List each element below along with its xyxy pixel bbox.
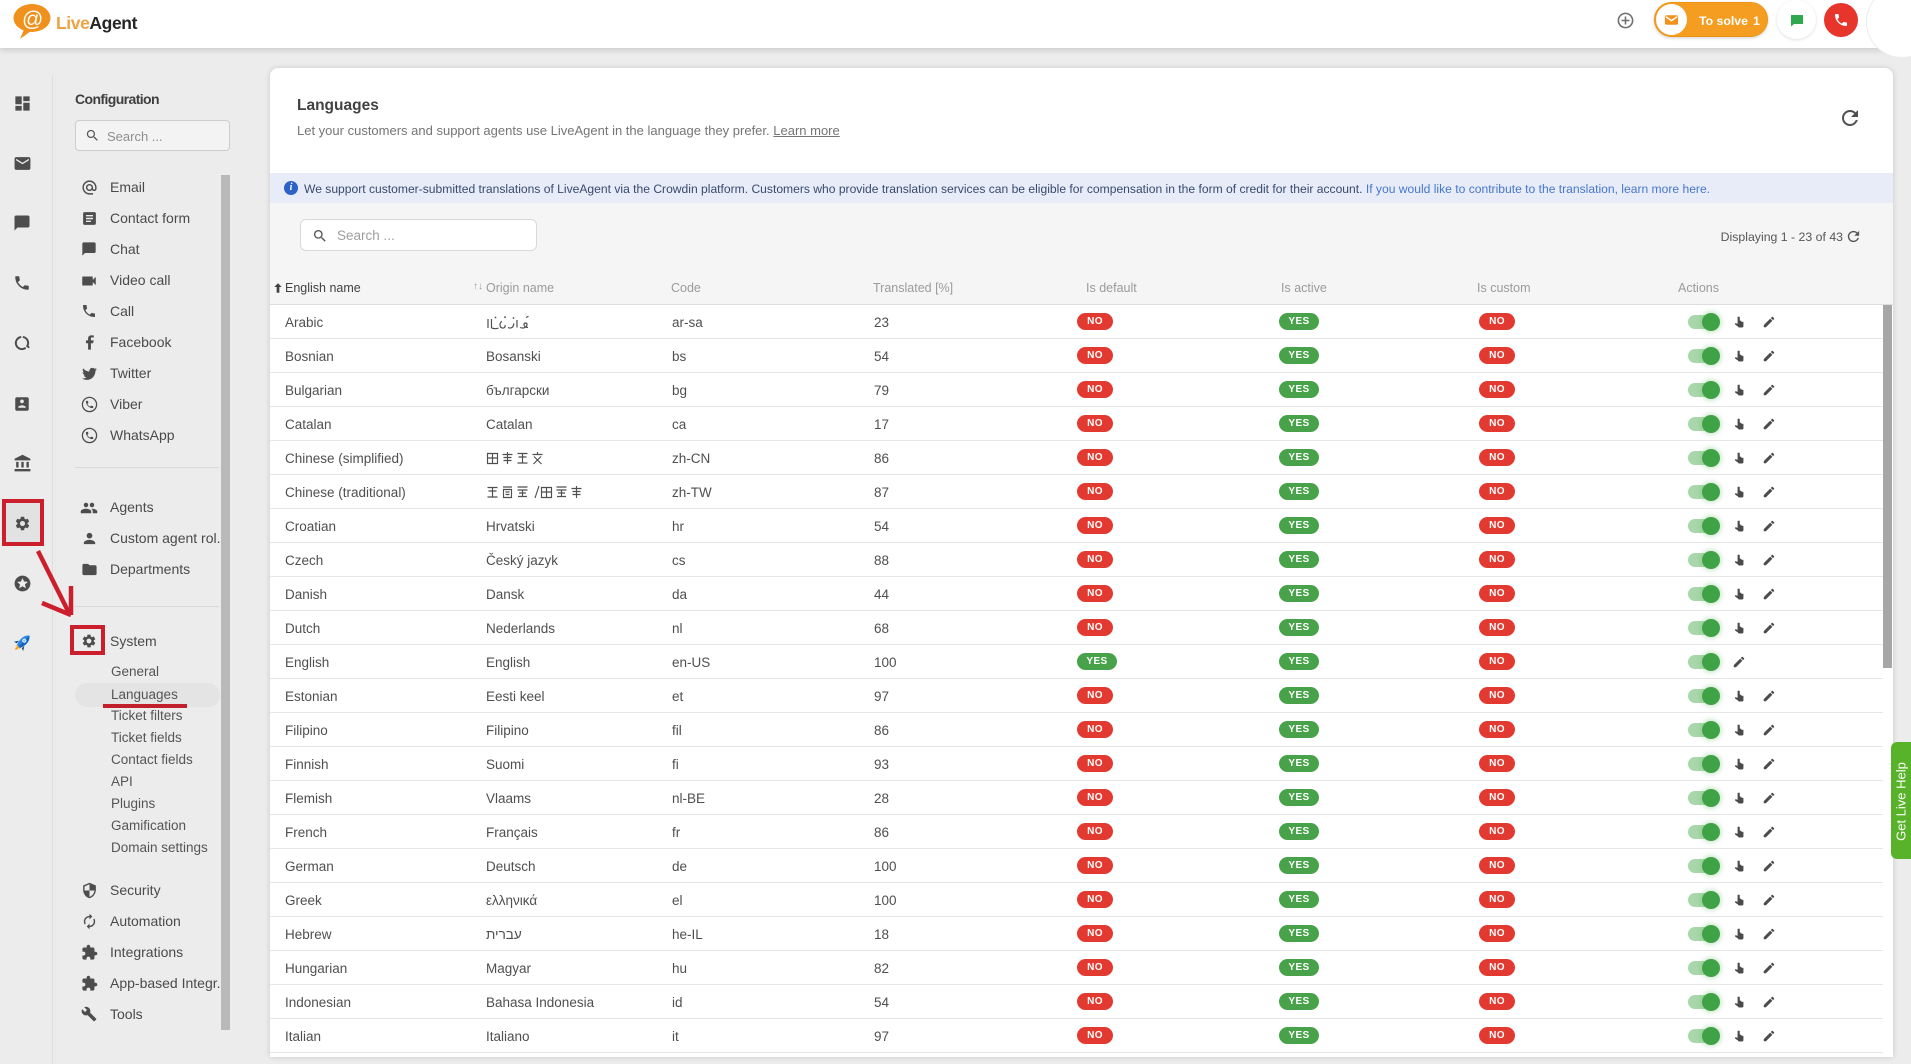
svg-text:@: @ <box>22 8 43 31</box>
